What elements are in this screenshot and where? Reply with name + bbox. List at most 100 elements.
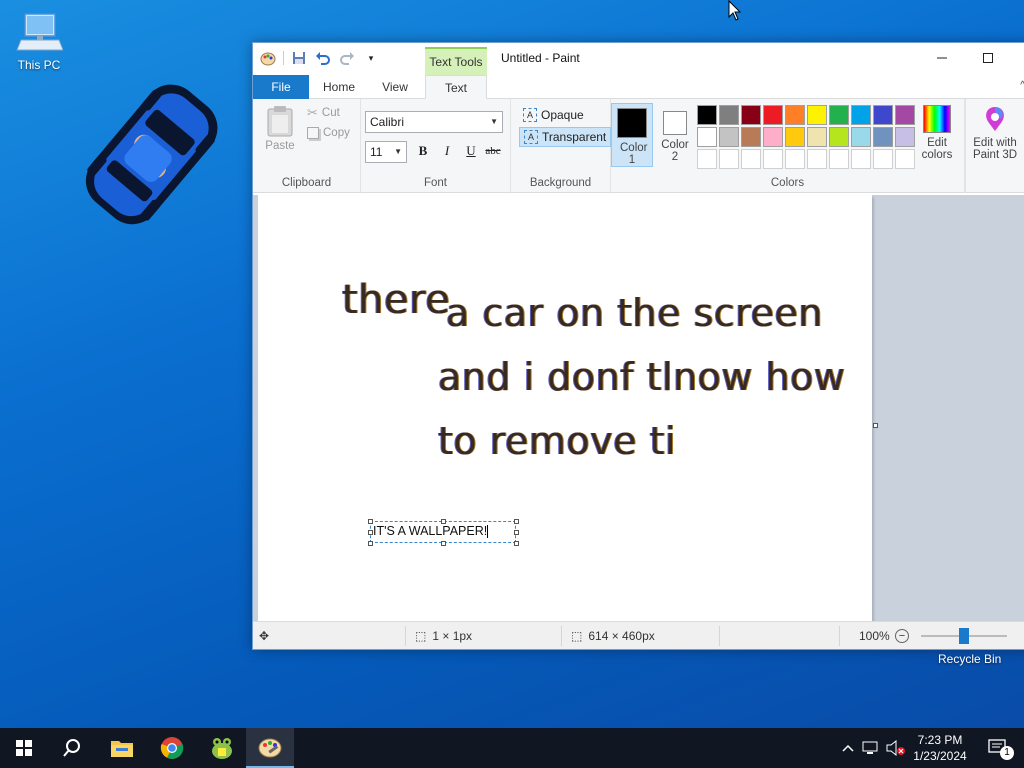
tab-home[interactable]: Home [315, 75, 363, 99]
color-swatch[interactable] [719, 127, 739, 147]
resize-handle[interactable] [368, 519, 373, 524]
custom-color-slot[interactable] [697, 149, 717, 169]
volume-muted-icon[interactable] [884, 728, 908, 768]
show-hidden-icons-button[interactable] [838, 728, 858, 768]
color-swatch[interactable] [851, 127, 871, 147]
color-swatch[interactable] [741, 105, 761, 125]
color-swatch[interactable] [763, 105, 783, 125]
colors-group: Color 1 Color 2 Colors [611, 99, 965, 193]
edit-colors-button[interactable]: Edit colors [921, 105, 953, 161]
italic-button[interactable]: I [437, 141, 457, 161]
paint-app-icon[interactable] [259, 49, 277, 67]
resize-handle[interactable] [514, 519, 519, 524]
custom-color-slot[interactable] [763, 149, 783, 169]
selection-size: ⬚ 1 × 1px [415, 629, 473, 643]
colors-group-label: Colors [770, 177, 805, 189]
save-icon[interactable] [290, 49, 308, 67]
car-wallpaper-graphic [72, 72, 232, 237]
opaque-icon: A [523, 108, 537, 122]
ribbon-tabs: File Home View Text ^ [253, 75, 1024, 100]
color-swatch[interactable] [785, 105, 805, 125]
color-swatch[interactable] [895, 105, 915, 125]
start-button[interactable] [0, 728, 48, 768]
frog-app-taskbar-button[interactable] [198, 728, 246, 768]
search-icon [63, 739, 80, 757]
paint-taskbar-button[interactable] [246, 728, 294, 768]
resize-handle[interactable] [441, 519, 446, 524]
clock[interactable]: 7:23 PM 1/23/2024 [908, 728, 972, 768]
font-size-dropdown[interactable]: 11 ▼ [365, 141, 407, 163]
color-swatch[interactable] [785, 127, 805, 147]
window-title: Untitled - Paint [501, 51, 580, 65]
color2-button[interactable]: Color 2 [655, 103, 695, 167]
edit-with-paint3d-button[interactable]: Edit with Paint 3D [969, 105, 1021, 161]
maximize-button[interactable] [965, 43, 1011, 73]
color1-button[interactable]: Color 1 [611, 103, 653, 167]
color-swatch[interactable] [829, 127, 849, 147]
paint3d-icon [981, 105, 1009, 133]
paint-window: ▾ Text Tools Untitled - Paint File Home … [252, 42, 1024, 650]
color-swatch[interactable] [873, 105, 893, 125]
strikethrough-button[interactable]: abc [483, 141, 503, 161]
resize-handle[interactable] [514, 530, 519, 535]
color-swatch[interactable] [807, 127, 827, 147]
color2-swatch [663, 111, 687, 135]
tab-text[interactable]: Text [425, 75, 487, 100]
bold-button[interactable]: B [413, 141, 433, 161]
quick-access-toolbar: ▾ [259, 49, 380, 67]
chrome-taskbar-button[interactable] [148, 728, 196, 768]
paste-button[interactable]: Paste [261, 105, 299, 152]
canvas-text-there: there [342, 277, 451, 323]
custom-color-slot[interactable] [873, 149, 893, 169]
custom-color-slot[interactable] [829, 149, 849, 169]
this-pc-desktop-icon[interactable]: This PC [2, 10, 76, 72]
color-swatch[interactable] [697, 127, 717, 147]
underline-button[interactable]: U [461, 141, 481, 161]
color-swatch[interactable] [829, 105, 849, 125]
copy-button[interactable]: Copy [307, 127, 350, 139]
color-swatch[interactable] [873, 127, 893, 147]
canvas-resize-handle[interactable] [873, 423, 878, 428]
text-entry-box[interactable]: IT'S A WALLPAPER! [370, 521, 516, 543]
custom-color-slot[interactable] [895, 149, 915, 169]
custom-color-slot[interactable] [851, 149, 871, 169]
zoom-out-button[interactable]: − [895, 622, 909, 649]
canvas-area: there a car on the screen and i donf tln… [253, 195, 1024, 623]
file-explorer-taskbar-button[interactable] [98, 728, 146, 768]
resize-handle[interactable] [368, 541, 373, 546]
zoom-slider-thumb[interactable] [959, 628, 969, 644]
ribbon-collapse-icon[interactable]: ^ [1020, 80, 1024, 91]
folder-icon [111, 741, 133, 757]
text-tools-contextual-tab: Text Tools [425, 47, 487, 75]
custom-color-slot[interactable] [807, 149, 827, 169]
font-family-dropdown[interactable]: Calibri ▼ [365, 111, 503, 133]
search-button[interactable] [48, 728, 96, 768]
custom-color-slot[interactable] [741, 149, 761, 169]
minimize-button[interactable] [919, 43, 965, 73]
color-swatch[interactable] [807, 105, 827, 125]
network-icon[interactable] [860, 728, 882, 768]
cut-button[interactable]: ✂ Cut [307, 105, 340, 121]
color-swatch[interactable] [741, 127, 761, 147]
undo-icon[interactable] [314, 49, 332, 67]
redo-icon[interactable] [338, 49, 356, 67]
custom-color-slot[interactable] [785, 149, 805, 169]
recycle-bin-label[interactable]: Recycle Bin [938, 652, 1001, 666]
drawing-canvas[interactable]: there a car on the screen and i donf tln… [258, 195, 872, 623]
image-size-icon: ⬚ [571, 629, 583, 643]
transparent-option[interactable]: A Transparent [519, 127, 612, 147]
opaque-option[interactable]: A Opaque [519, 105, 588, 125]
color-swatch[interactable] [763, 127, 783, 147]
action-center-button[interactable]: 1 [978, 728, 1018, 768]
tab-file[interactable]: File [253, 75, 309, 99]
color-swatch[interactable] [895, 127, 915, 147]
color-swatch[interactable] [719, 105, 739, 125]
resize-handle[interactable] [368, 530, 373, 535]
color-swatch[interactable] [697, 105, 717, 125]
tab-view[interactable]: View [371, 75, 419, 99]
color-swatch[interactable] [851, 105, 871, 125]
customize-qat-icon[interactable]: ▾ [362, 49, 380, 67]
resize-handle[interactable] [514, 541, 519, 546]
custom-color-slot[interactable] [719, 149, 739, 169]
resize-handle[interactable] [441, 541, 446, 546]
